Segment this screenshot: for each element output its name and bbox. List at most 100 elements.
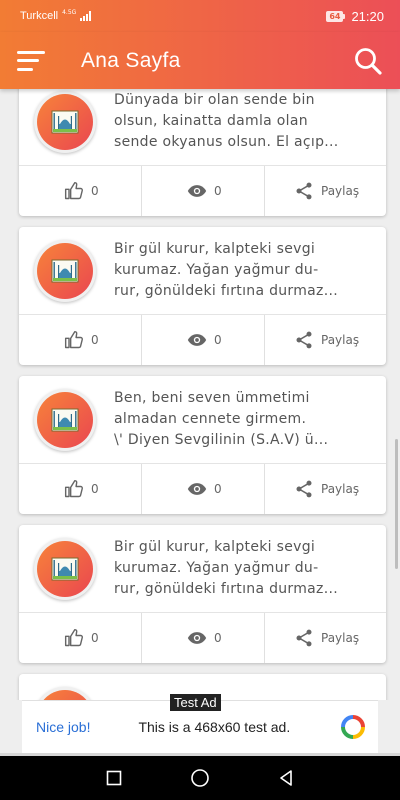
view-count: 0	[214, 482, 222, 496]
signal-icon	[80, 11, 92, 21]
share-button[interactable]: Paylaş	[264, 166, 386, 216]
share-icon	[296, 182, 312, 200]
post-thumbnail	[34, 537, 96, 600]
post-actions: 0 0 Paylaş	[19, 315, 386, 365]
post-content[interactable]: Bir gül kurur, kalpteki sevgi kurumaz. Y…	[19, 227, 386, 315]
thumbs-up-icon	[64, 479, 84, 498]
status-right: 64 21:20	[326, 9, 384, 24]
mosque-icon	[51, 408, 79, 431]
eye-icon	[187, 185, 207, 197]
search-icon[interactable]	[353, 46, 383, 76]
page-title: Ana Sayfa	[81, 48, 181, 72]
thumbs-up-icon	[64, 628, 84, 647]
back-button[interactable]	[273, 765, 299, 791]
carrier-name: Turkcell	[20, 10, 59, 22]
view-count: 0	[214, 333, 222, 347]
post-text-line: Bir gül kurur, kalpteki sevgi	[114, 241, 316, 257]
eye-icon	[187, 334, 207, 346]
post-text-line: almadan cennete girmem.	[114, 411, 307, 427]
clock: 21:20	[351, 8, 384, 24]
post-thumbnail	[34, 388, 96, 451]
hamburger-menu-icon[interactable]	[17, 50, 47, 71]
home-button[interactable]	[187, 765, 213, 791]
post-content[interactable]: Ben, beni seven ümmetimi almadan cennete…	[19, 376, 386, 464]
post-text-line: rur, gönüldeki fırtına durmaz...	[114, 581, 338, 597]
like-button[interactable]: 0	[19, 315, 141, 365]
view-counter: 0	[141, 464, 264, 514]
thumbs-up-icon	[64, 330, 84, 349]
eye-icon	[187, 483, 207, 495]
view-counter: 0	[141, 613, 264, 663]
share-icon	[296, 480, 312, 498]
ad-text: This is a 468x60 test ad.	[138, 719, 291, 735]
post-excerpt: Dünyada bir olan sende bin olsun, kainat…	[114, 90, 339, 153]
post-card[interactable]: Ben, beni seven ümmetimi almadan cennete…	[19, 376, 386, 514]
post-text-line: rur, gönüldeki fırtına durmaz...	[114, 283, 338, 299]
view-counter: 0	[141, 166, 264, 216]
view-counter: 0	[141, 315, 264, 365]
post-excerpt: Bir gül kurur, kalpteki sevgi kurumaz. Y…	[114, 537, 338, 600]
system-nav-bar	[0, 756, 400, 800]
post-feed[interactable]: Ya Rabbi! Kıldığım namazı 0 0	[0, 89, 400, 700]
share-label: Paylaş	[321, 333, 360, 347]
share-label: Paylaş	[321, 184, 360, 198]
post-actions: 0 0 Paylaş	[19, 464, 386, 514]
post-excerpt: Bir gül kurur, kalpteki sevgi kurumaz. Y…	[114, 239, 338, 302]
post-text-line: kurumaz. Yağan yağmur du-	[114, 560, 319, 576]
post-text-line: Bir gül kurur, kalpteki sevgi	[114, 539, 316, 555]
thumbs-up-icon	[64, 181, 84, 200]
ad-banner[interactable]: Test Ad Nice job! This is a 468x60 test …	[22, 694, 378, 753]
battery-level: 64	[326, 10, 344, 22]
post-card[interactable]: Bir gül kurur, kalpteki sevgi kurumaz. Y…	[19, 227, 386, 365]
view-count: 0	[214, 184, 222, 198]
status-left: Turkcell 4.5G	[20, 9, 92, 22]
share-icon	[296, 331, 312, 349]
post-card[interactable]: Dünyada bir olan sende bin olsun, kainat…	[19, 89, 386, 216]
mosque-icon	[51, 110, 79, 133]
ad-choices-icon[interactable]	[340, 714, 366, 740]
eye-icon	[187, 632, 207, 644]
post-content[interactable]: Bir gül kurur, kalpteki sevgi kurumaz. Y…	[19, 525, 386, 613]
share-button[interactable]: Paylaş	[264, 464, 386, 514]
recents-button[interactable]	[101, 765, 127, 791]
like-count: 0	[91, 631, 99, 645]
back-icon	[280, 770, 292, 786]
post-excerpt: Ben, beni seven ümmetimi almadan cennete…	[114, 388, 328, 451]
post-text-line: kurumaz. Yağan yağmur du-	[114, 262, 319, 278]
like-button[interactable]: 0	[19, 166, 141, 216]
post-actions: 0 0 Paylaş	[19, 166, 386, 216]
share-button[interactable]: Paylaş	[264, 613, 386, 663]
like-count: 0	[91, 333, 99, 347]
like-button[interactable]: 0	[19, 613, 141, 663]
like-count: 0	[91, 184, 99, 198]
post-thumbnail	[34, 686, 96, 700]
post-thumbnail	[34, 90, 96, 153]
like-button[interactable]: 0	[19, 464, 141, 514]
like-count: 0	[91, 482, 99, 496]
post-actions: 0 0 Paylaş	[19, 613, 386, 663]
share-label: Paylaş	[321, 631, 360, 645]
share-label: Paylaş	[321, 482, 360, 496]
app-bar: Ana Sayfa	[0, 32, 400, 89]
ad-title[interactable]: Nice job!	[36, 719, 90, 735]
ad-label: Test Ad	[170, 694, 221, 711]
mosque-icon	[51, 259, 79, 282]
share-button[interactable]: Paylaş	[264, 315, 386, 365]
recents-icon	[106, 770, 122, 786]
network-type: 4.5G	[62, 9, 77, 16]
post-card[interactable]: Bir gül kurur, kalpteki sevgi kurumaz. Y…	[19, 525, 386, 663]
post-text-line: Ben, beni seven ümmetimi	[114, 390, 310, 406]
post-content[interactable]: Dünyada bir olan sende bin olsun, kainat…	[19, 89, 386, 166]
status-bar: Turkcell 4.5G 64 21:20	[0, 0, 400, 32]
post-text-line: Dünyada bir olan sende bin	[114, 92, 315, 108]
post-thumbnail	[34, 239, 96, 302]
mosque-icon	[51, 557, 79, 580]
scrollbar[interactable]	[395, 439, 398, 569]
home-icon	[191, 769, 209, 787]
post-text-line: \' Diyen Sevgilinin (S.A.V) ü...	[114, 432, 329, 448]
share-icon	[296, 629, 312, 647]
post-text-line: sende okyanus olsun. El açıp...	[114, 134, 339, 150]
view-count: 0	[214, 631, 222, 645]
post-text-line: olsun, kainatta damla olan	[114, 113, 308, 129]
battery-icon: 64	[326, 10, 346, 22]
